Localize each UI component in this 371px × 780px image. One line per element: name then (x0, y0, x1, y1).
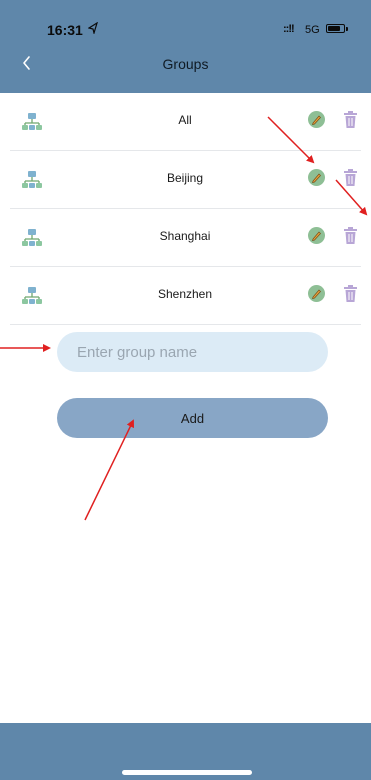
group-row: Shanghai (0, 209, 371, 267)
page-title: Groups (162, 56, 209, 72)
network-type: 5G (305, 24, 320, 36)
trash-icon[interactable] (343, 285, 358, 303)
location-arrow-icon (87, 21, 99, 37)
add-button[interactable]: Add (57, 398, 328, 438)
signal-strength: ::!! (283, 23, 295, 35)
trash-icon[interactable] (343, 227, 358, 245)
status-time: 16:31 (47, 22, 83, 38)
battery-icon (326, 24, 348, 33)
edit-icon[interactable] (308, 285, 325, 302)
group-name: All (178, 113, 192, 127)
group-name: Beijing (166, 171, 204, 185)
network-icon (21, 286, 43, 306)
network-icon (21, 228, 43, 248)
group-name-input[interactable] (57, 332, 328, 372)
trash-icon[interactable] (343, 111, 358, 129)
edit-icon[interactable] (308, 111, 325, 128)
group-row: Shenzhen (0, 267, 371, 325)
app-header: 16:31 ::!! 5G Groups (0, 0, 371, 93)
group-row: Beijing (0, 151, 371, 209)
network-icon (21, 170, 43, 190)
group-row: All (0, 93, 371, 151)
edit-icon[interactable] (308, 169, 325, 186)
trash-icon[interactable] (343, 169, 358, 187)
group-name: Shanghai (159, 229, 211, 243)
edit-icon[interactable] (308, 227, 325, 244)
divider (10, 324, 361, 325)
home-indicator[interactable] (122, 770, 252, 775)
group-name: Shenzhen (157, 287, 213, 301)
network-icon (21, 112, 43, 132)
